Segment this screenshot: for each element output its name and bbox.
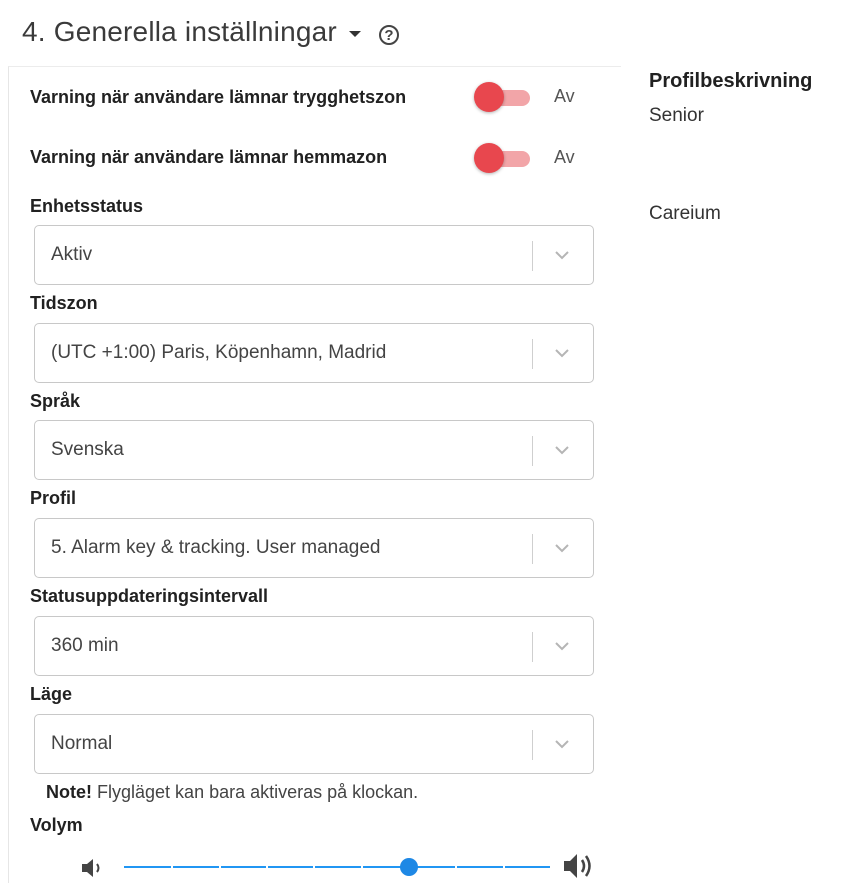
device-status-select[interactable]: Aktiv (34, 225, 594, 285)
note-text: Flygläget kan bara aktiveras på klockan. (97, 782, 419, 802)
select-separator (532, 339, 533, 369)
toggle-thumb[interactable] (474, 82, 504, 112)
toggle-state-home-zone: Av (554, 147, 575, 167)
volume-down-icon[interactable] (80, 856, 106, 880)
safety-zone-toggle[interactable] (474, 82, 532, 112)
slider-tick (361, 866, 363, 868)
toggle-state-safety-zone: Av (554, 86, 575, 106)
status-interval-select[interactable]: 360 min (34, 616, 594, 676)
select-value: (UTC +1:00) Paris, Köpenhamn, Madrid (51, 342, 387, 363)
select-value: Svenska (51, 439, 124, 460)
slider-rail (124, 866, 550, 868)
note-bold: Note! (46, 782, 92, 802)
select-value: 5. Alarm key & tracking. User managed (51, 537, 381, 558)
toggle-label-safety-zone: Varning när användare lämnar trygghetszo… (30, 86, 407, 107)
chevron-down-icon[interactable] (553, 246, 571, 264)
chevron-down-icon[interactable] (553, 637, 571, 655)
profile-label: Profil (30, 488, 77, 508)
volume-slider-thumb[interactable] (400, 858, 418, 876)
profile-description-senior: Senior (649, 105, 704, 126)
slider-tick (455, 866, 457, 868)
slider-tick (503, 866, 505, 868)
slider-tick (171, 866, 173, 868)
chevron-down-icon[interactable] (553, 735, 571, 753)
select-separator (532, 632, 533, 662)
select-value: Aktiv (51, 244, 93, 265)
volume-label: Volym (30, 815, 83, 835)
slider-tick (219, 866, 221, 868)
device-status-label: Enhetsstatus (30, 196, 144, 216)
chevron-down-icon[interactable] (553, 441, 571, 459)
profile-description-brand: Careium (649, 203, 721, 224)
help-icon[interactable]: ? (378, 25, 399, 45)
caret-down-icon[interactable] (348, 31, 361, 37)
profile-description-title: Profilbeskrivning (649, 70, 813, 92)
slider-tick (313, 866, 315, 868)
slider-tick (266, 866, 268, 868)
home-zone-toggle[interactable] (474, 143, 532, 173)
timezone-label: Tidszon (30, 293, 98, 313)
language-label: Språk (30, 391, 81, 411)
select-separator (532, 436, 533, 466)
section-header[interactable]: 4. Generella inställningar ? (22, 12, 399, 52)
select-separator (532, 534, 533, 564)
select-value: 360 min (51, 635, 119, 656)
select-separator (532, 730, 533, 760)
toggle-row-home-zone: Varning när användare lämnar hemmazon (30, 142, 387, 172)
profile-select[interactable]: 5. Alarm key & tracking. User managed (34, 518, 594, 578)
chevron-down-icon[interactable] (553, 539, 571, 557)
select-value: Normal (51, 733, 113, 754)
toggle-thumb[interactable] (474, 143, 504, 173)
mode-label: Läge (30, 684, 73, 704)
timezone-select[interactable]: (UTC +1:00) Paris, Köpenhamn, Madrid (34, 323, 594, 383)
chevron-down-icon[interactable] (553, 344, 571, 362)
toggle-row-safety-zone: Varning när användare lämnar trygghetszo… (30, 82, 406, 112)
language-select[interactable]: Svenska (34, 420, 594, 480)
toggle-label-home-zone: Varning när användare lämnar hemmazon (30, 146, 388, 167)
volume-slider[interactable] (124, 858, 550, 876)
select-separator (532, 241, 533, 271)
status-interval-label: Statusuppdateringsintervall (30, 586, 269, 606)
volume-up-icon[interactable] (562, 850, 598, 882)
mode-select[interactable]: Normal (34, 714, 594, 774)
section-title: 4. Generella inställningar (22, 16, 337, 47)
airplane-mode-note: Note! Flygläget kan bara aktiveras på kl… (46, 782, 418, 803)
